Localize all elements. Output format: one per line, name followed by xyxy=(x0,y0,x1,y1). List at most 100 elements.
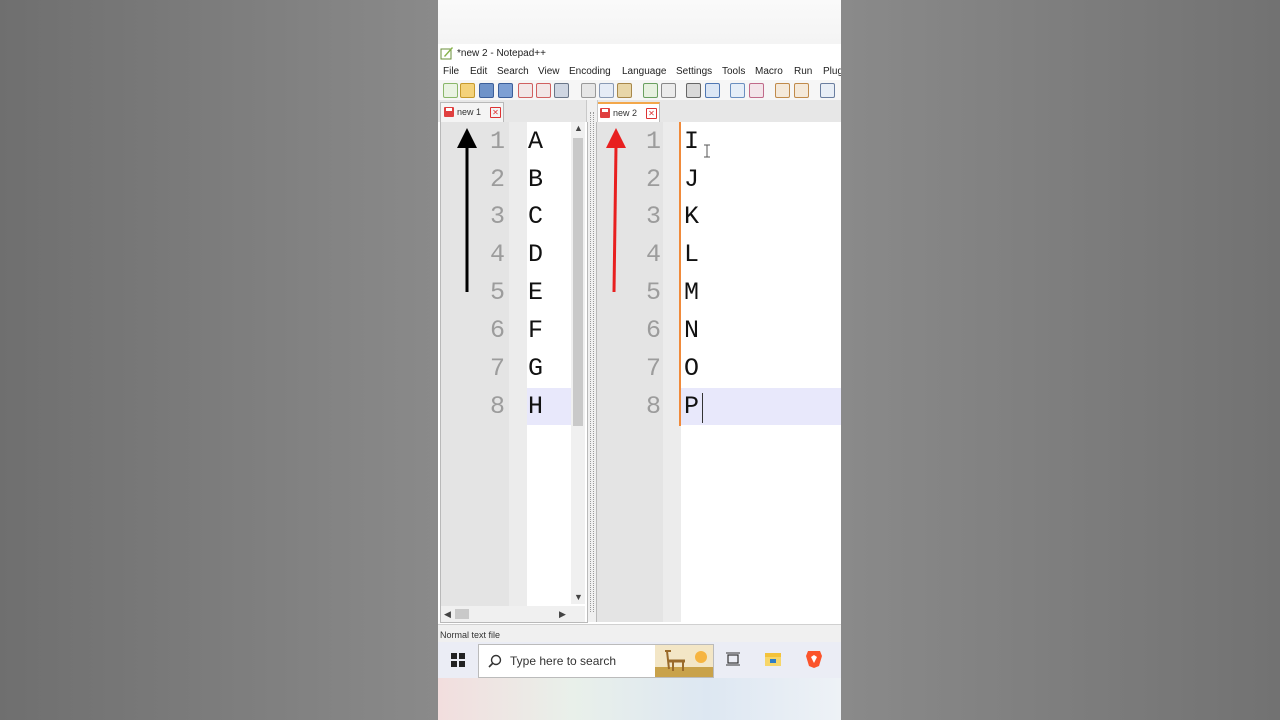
code-line: B xyxy=(528,165,544,194)
code-line: H xyxy=(528,392,544,421)
brave-browser-icon[interactable] xyxy=(805,649,823,669)
blurred-bottom-area xyxy=(438,678,841,720)
menu-tools[interactable]: Tools xyxy=(722,66,745,77)
close-tab-icon[interactable]: ✕ xyxy=(646,108,657,119)
search-icon xyxy=(488,654,502,668)
new-file-icon[interactable] xyxy=(443,83,458,98)
windows-start-icon[interactable] xyxy=(451,653,465,667)
menu-view[interactable]: View xyxy=(538,66,560,77)
menu-encoding[interactable]: Encoding xyxy=(569,66,611,77)
copy-icon[interactable] xyxy=(599,83,614,98)
editor-pane-right[interactable]: 1 2 3 4 5 6 7 8 I J K L M N O P xyxy=(596,122,841,622)
menu-language[interactable]: Language xyxy=(622,66,667,77)
cut-icon[interactable] xyxy=(581,83,596,98)
line-number: 7 xyxy=(645,354,661,383)
current-line-highlight xyxy=(681,388,841,425)
title-bar: *new 2 - Notepad++ xyxy=(438,44,841,64)
file-explorer-icon[interactable] xyxy=(764,650,782,668)
open-file-icon[interactable] xyxy=(460,83,475,98)
menu-settings[interactable]: Settings xyxy=(676,66,712,77)
menu-run[interactable]: Run xyxy=(794,66,812,77)
save-icon[interactable] xyxy=(479,83,494,98)
scroll-down-arrow-icon[interactable]: ▼ xyxy=(574,592,583,602)
unsaved-file-icon xyxy=(600,108,610,118)
code-line: J xyxy=(684,165,700,194)
replace-icon[interactable] xyxy=(705,83,720,98)
tab-new-2[interactable]: new 2 ✕ xyxy=(596,102,660,123)
code-line: L xyxy=(684,240,700,269)
redo-icon[interactable] xyxy=(661,83,676,98)
menu-macro[interactable]: Macro xyxy=(755,66,783,77)
search-highlight-image xyxy=(655,645,713,677)
menu-search[interactable]: Search xyxy=(497,66,529,77)
scroll-up-arrow-icon[interactable]: ▲ xyxy=(574,123,583,133)
menu-file[interactable]: File xyxy=(443,66,459,77)
code-line: A xyxy=(528,127,544,156)
code-line: K xyxy=(684,202,700,231)
close-file-icon[interactable] xyxy=(518,83,533,98)
zoom-in-icon[interactable] xyxy=(730,83,745,98)
windows-taskbar: Type here to search xyxy=(438,642,841,678)
annotation-arrow-up-black xyxy=(457,128,477,292)
editor-pane-left[interactable]: 1 2 3 4 5 6 7 8 A B C D E F G H ▲ ▼ ◀ ▶ xyxy=(440,122,588,623)
tab-new-1[interactable]: new 1 ✕ xyxy=(440,102,504,122)
scroll-right-arrow-icon[interactable]: ▶ xyxy=(559,609,566,620)
tab-bar: new 1 ✕ new 2 ✕ xyxy=(438,100,841,123)
task-view-icon[interactable] xyxy=(725,651,741,667)
code-line: C xyxy=(528,202,544,231)
line-number: 7 xyxy=(489,354,505,383)
tab-label-new-1: new 1 xyxy=(457,107,482,117)
unsaved-file-icon xyxy=(444,107,454,117)
horizontal-scroll-thumb[interactable] xyxy=(455,609,469,619)
background-right xyxy=(841,0,1280,720)
code-line: M xyxy=(684,278,700,307)
screen-recording: *new 2 - Notepad++ File Edit Search View… xyxy=(438,0,841,720)
save-all-icon[interactable] xyxy=(498,83,513,98)
code-line: F xyxy=(528,316,544,345)
search-placeholder: Type here to search xyxy=(510,654,617,668)
undo-icon[interactable] xyxy=(643,83,658,98)
menu-bar: File Edit Search View Encoding Language … xyxy=(438,64,841,80)
toolbar xyxy=(438,80,841,101)
vertical-scroll-thumb[interactable] xyxy=(573,138,583,426)
menu-plugins[interactable]: Plug xyxy=(823,66,841,77)
horizontal-scrollbar[interactable]: ◀ ▶ xyxy=(441,606,585,622)
print-icon[interactable] xyxy=(554,83,569,98)
change-history-marker xyxy=(679,122,681,426)
status-bar: Normal text file xyxy=(438,624,841,643)
line-number: 8 xyxy=(645,392,661,421)
code-line: O xyxy=(684,354,700,383)
sync-vertical-icon[interactable] xyxy=(775,83,790,98)
paste-icon[interactable] xyxy=(617,83,632,98)
line-number: 6 xyxy=(489,316,505,345)
code-line: G xyxy=(528,354,544,383)
fold-margin xyxy=(509,122,527,622)
code-line: I xyxy=(684,127,700,156)
status-file-type: Normal text file xyxy=(440,630,501,640)
close-all-icon[interactable] xyxy=(536,83,551,98)
tab-label-new-2: new 2 xyxy=(613,108,638,118)
code-line: P xyxy=(684,392,700,421)
vertical-scrollbar[interactable]: ▲ ▼ xyxy=(571,122,585,604)
background-left xyxy=(0,0,438,720)
window-title: *new 2 - Notepad++ xyxy=(457,48,546,59)
code-line: N xyxy=(684,316,700,345)
line-number: 8 xyxy=(489,392,505,421)
text-cursor xyxy=(702,393,703,423)
i-beam-cursor-icon xyxy=(704,144,710,158)
word-wrap-icon[interactable] xyxy=(820,83,835,98)
annotation-arrow-up-red xyxy=(606,128,626,293)
zoom-out-icon[interactable] xyxy=(749,83,764,98)
line-number: 6 xyxy=(645,316,661,345)
sync-horizontal-icon[interactable] xyxy=(794,83,809,98)
scroll-left-arrow-icon[interactable]: ◀ xyxy=(444,609,451,620)
find-icon[interactable] xyxy=(686,83,701,98)
code-line: D xyxy=(528,240,544,269)
top-blank-area xyxy=(438,0,841,44)
menu-edit[interactable]: Edit xyxy=(470,66,487,77)
close-tab-icon[interactable]: ✕ xyxy=(490,107,501,118)
taskbar-search-box[interactable]: Type here to search xyxy=(478,644,714,678)
code-line: E xyxy=(528,278,544,307)
splitter-grip xyxy=(590,112,594,612)
notepad-plus-plus-icon xyxy=(440,47,453,60)
